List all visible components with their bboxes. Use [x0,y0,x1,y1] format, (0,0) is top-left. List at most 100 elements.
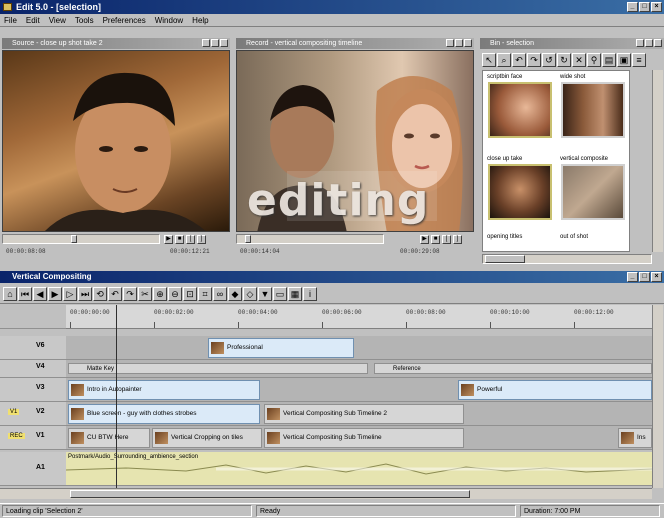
track-header-a1[interactable]: A1 [0,452,66,486]
bin-item[interactable]: scriptbin face [485,73,555,153]
bin-item[interactable]: out of shot [558,233,628,253]
play-icon[interactable]: ▶ [48,286,62,301]
home-icon[interactable]: ⌂ [3,286,17,301]
timeline-ruler[interactable]: 00:00:00:00 00:00:02:00 00:00:04:00 00:0… [66,305,652,329]
filter-icon[interactable]: ▼ [258,286,272,301]
step-back-icon[interactable]: ◀ [33,286,47,301]
menu-window[interactable]: Window [155,14,183,26]
mark-in-icon[interactable]: [ [186,235,195,244]
find-icon[interactable]: ⚲ [587,53,601,67]
track-target-tag[interactable]: REC [8,433,25,439]
timeline-clip[interactable]: Blue screen - guy with clothes strobes [68,404,260,424]
rotate-right-icon[interactable]: ↻ [557,53,571,67]
app-title-bar[interactable]: Edit 5.0 - [selection] _ □ × [0,0,664,14]
maximize-button[interactable]: □ [639,2,650,12]
minimize-icon[interactable] [202,39,210,47]
track-header-v3[interactable]: V3 [0,378,66,402]
timeline-clip[interactable]: Vertical Cropping on tiles [152,428,262,448]
delete-icon[interactable]: ✕ [572,53,586,67]
bin-item[interactable]: close up take [485,155,555,235]
timeline-clip[interactable]: Ins [618,428,652,448]
track-lane-v4[interactable]: Matte Key Reference [66,360,652,378]
new-bin-icon[interactable]: ▤ [602,53,616,67]
mark-out-icon[interactable]: ] [197,235,206,244]
timeline-clip[interactable]: Vertical Compositing Sub Timeline [264,428,464,448]
record-scrub-thumb[interactable] [245,235,251,243]
play-icon[interactable]: ▶ [164,235,173,244]
timeline-title-bar[interactable]: Vertical Compositing _ □ × [0,271,664,283]
bin-scroll-thumb[interactable] [485,255,525,263]
link-icon[interactable]: ∞ [213,286,227,301]
maximize-icon[interactable] [645,39,653,47]
menu-edit[interactable]: Edit [26,14,40,26]
zoom-out-icon[interactable]: ⊖ [168,286,182,301]
source-monitor-title[interactable]: Source - close up shot take 2 [2,38,230,49]
timeline-clip[interactable]: Matte Key [68,363,368,374]
track-target-tag[interactable]: V1 [8,409,20,415]
timeline-clip[interactable]: Reference [374,363,652,374]
track-header-v2[interactable]: V1 V2 [0,402,66,426]
stop-icon[interactable]: ■ [431,235,440,244]
bin-item[interactable]: opening titles [485,233,555,253]
properties-icon[interactable]: ▣ [617,53,631,67]
go-end-icon[interactable]: ⏭ [78,286,92,301]
minimize-icon[interactable] [636,39,644,47]
zoom-in-icon[interactable]: ⊕ [153,286,167,301]
timeline-clip[interactable]: Intro in Autopainter [68,380,260,400]
select-tool-icon[interactable]: ↖ [482,53,496,67]
marker-icon[interactable]: ◆ [228,286,242,301]
timeline-scroll-thumb[interactable] [70,490,470,498]
menu-file[interactable]: File [4,14,17,26]
loop-icon[interactable]: ⟲ [93,286,107,301]
close-icon[interactable] [654,39,662,47]
stop-icon[interactable]: ■ [175,235,184,244]
keyframe-icon[interactable]: ◇ [243,286,257,301]
undo-icon[interactable]: ↶ [108,286,122,301]
undo-icon[interactable]: ↶ [512,53,526,67]
zoom-fit-icon[interactable]: ⊡ [183,286,197,301]
mark-out-icon[interactable]: ] [453,235,462,244]
track-lane-v3[interactable]: Intro in Autopainter Powerful [66,378,652,402]
menu-tools[interactable]: Tools [75,14,94,26]
bin-scrollbar[interactable] [652,70,663,252]
menu-view[interactable]: View [49,14,66,26]
redo-icon[interactable]: ↷ [527,53,541,67]
timeline-vertical-scrollbar[interactable] [652,305,663,488]
close-icon[interactable] [220,39,228,47]
bin-title[interactable]: Bin - selection [480,38,664,49]
track-lane-v2[interactable]: Blue screen - guy with clothes strobes V… [66,402,652,426]
go-start-icon[interactable]: ⏮ [18,286,32,301]
snap-icon[interactable]: ⌗ [198,286,212,301]
maximize-icon[interactable] [211,39,219,47]
track-header-v6[interactable]: V6 [0,336,66,360]
mark-in-icon[interactable]: [ [442,235,451,244]
track-header-v1[interactable]: REC V1 [0,426,66,450]
timeline-clip[interactable]: Vertical Compositing Sub Timeline 2 [264,404,464,424]
minimize-icon[interactable] [446,39,454,47]
view-list-icon[interactable]: ≡ [632,53,646,67]
timeline-minimize-button[interactable]: _ [627,272,638,282]
timeline-maximize-button[interactable]: □ [639,272,650,282]
timeline-playhead[interactable] [116,305,117,488]
razor-icon[interactable]: ✂ [138,286,152,301]
bin-horizontal-scrollbar[interactable] [482,254,652,264]
source-scrub-bar[interactable] [2,234,160,244]
timeline-clip[interactable]: CU BTW Here [68,428,150,448]
track-header-v4[interactable]: V4 [0,360,66,378]
redo-icon[interactable]: ↷ [123,286,137,301]
record-scrub-bar[interactable] [236,234,384,244]
timeline-close-button[interactable]: × [651,272,662,282]
step-forward-icon[interactable]: ▷ [63,286,77,301]
track-lane-v1[interactable]: CU BTW Here Vertical Cropping on tiles V… [66,426,652,450]
track-lane-a1[interactable]: Postmark/Audio_Surrounding_ambience_sect… [66,452,652,486]
timeline-horizontal-scrollbar[interactable] [0,488,652,499]
menu-help[interactable]: Help [192,14,208,26]
maximize-icon[interactable] [455,39,463,47]
menu-preferences[interactable]: Preferences [103,14,146,26]
bin-item[interactable]: wide shot [558,73,628,153]
record-monitor-video[interactable]: editing [236,50,474,232]
play-icon[interactable]: ▶ [420,235,429,244]
info-icon[interactable]: i [303,286,317,301]
track-lane-v6[interactable]: Professional [66,336,652,360]
minimize-button[interactable]: _ [627,2,638,12]
